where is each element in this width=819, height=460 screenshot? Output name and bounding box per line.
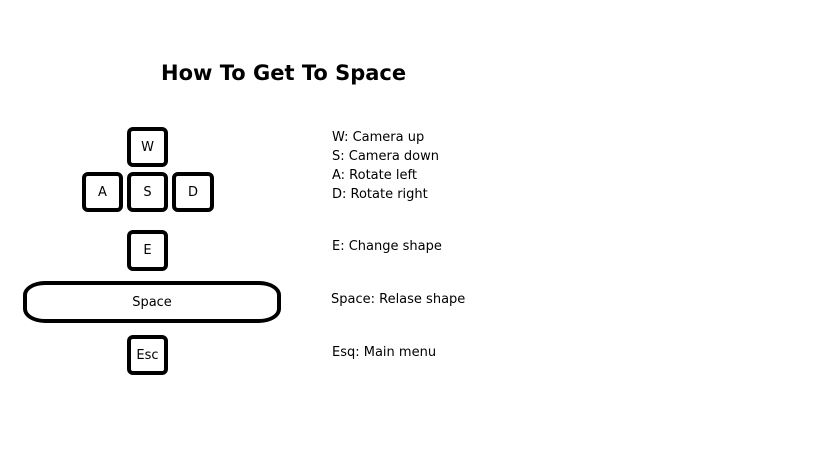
rotate-right-text: D: Rotate right (332, 187, 428, 202)
main-menu-text: Esq: Main menu (332, 345, 437, 360)
key-d-label: D (187, 184, 198, 200)
key-s: S (127, 172, 168, 212)
key-d: D (172, 172, 214, 212)
key-e: E (127, 230, 168, 271)
key-esc: Esc (127, 335, 168, 375)
camera-down-text: S: Camera down (332, 149, 439, 164)
key-w-label: W (141, 139, 154, 155)
key-a: A (82, 172, 123, 212)
key-space-label: Space (132, 294, 172, 310)
key-e-label: E (143, 243, 152, 258)
page-title: How To Get To Space (161, 61, 407, 85)
movement-controls-list: W: Camera up S: Camera down A: Rotate le… (332, 128, 439, 204)
camera-up-text: W: Camera up (332, 130, 425, 145)
key-esc-label: Esc (136, 347, 159, 363)
key-w: W (127, 127, 168, 167)
rotate-left-text: A: Rotate left (332, 168, 417, 183)
key-s-label: S (143, 184, 152, 200)
key-space: Space (23, 281, 281, 323)
release-shape-text: Space: Relase shape (331, 292, 466, 307)
change-shape-text: E: Change shape (332, 239, 442, 254)
key-a-label: A (98, 184, 107, 200)
